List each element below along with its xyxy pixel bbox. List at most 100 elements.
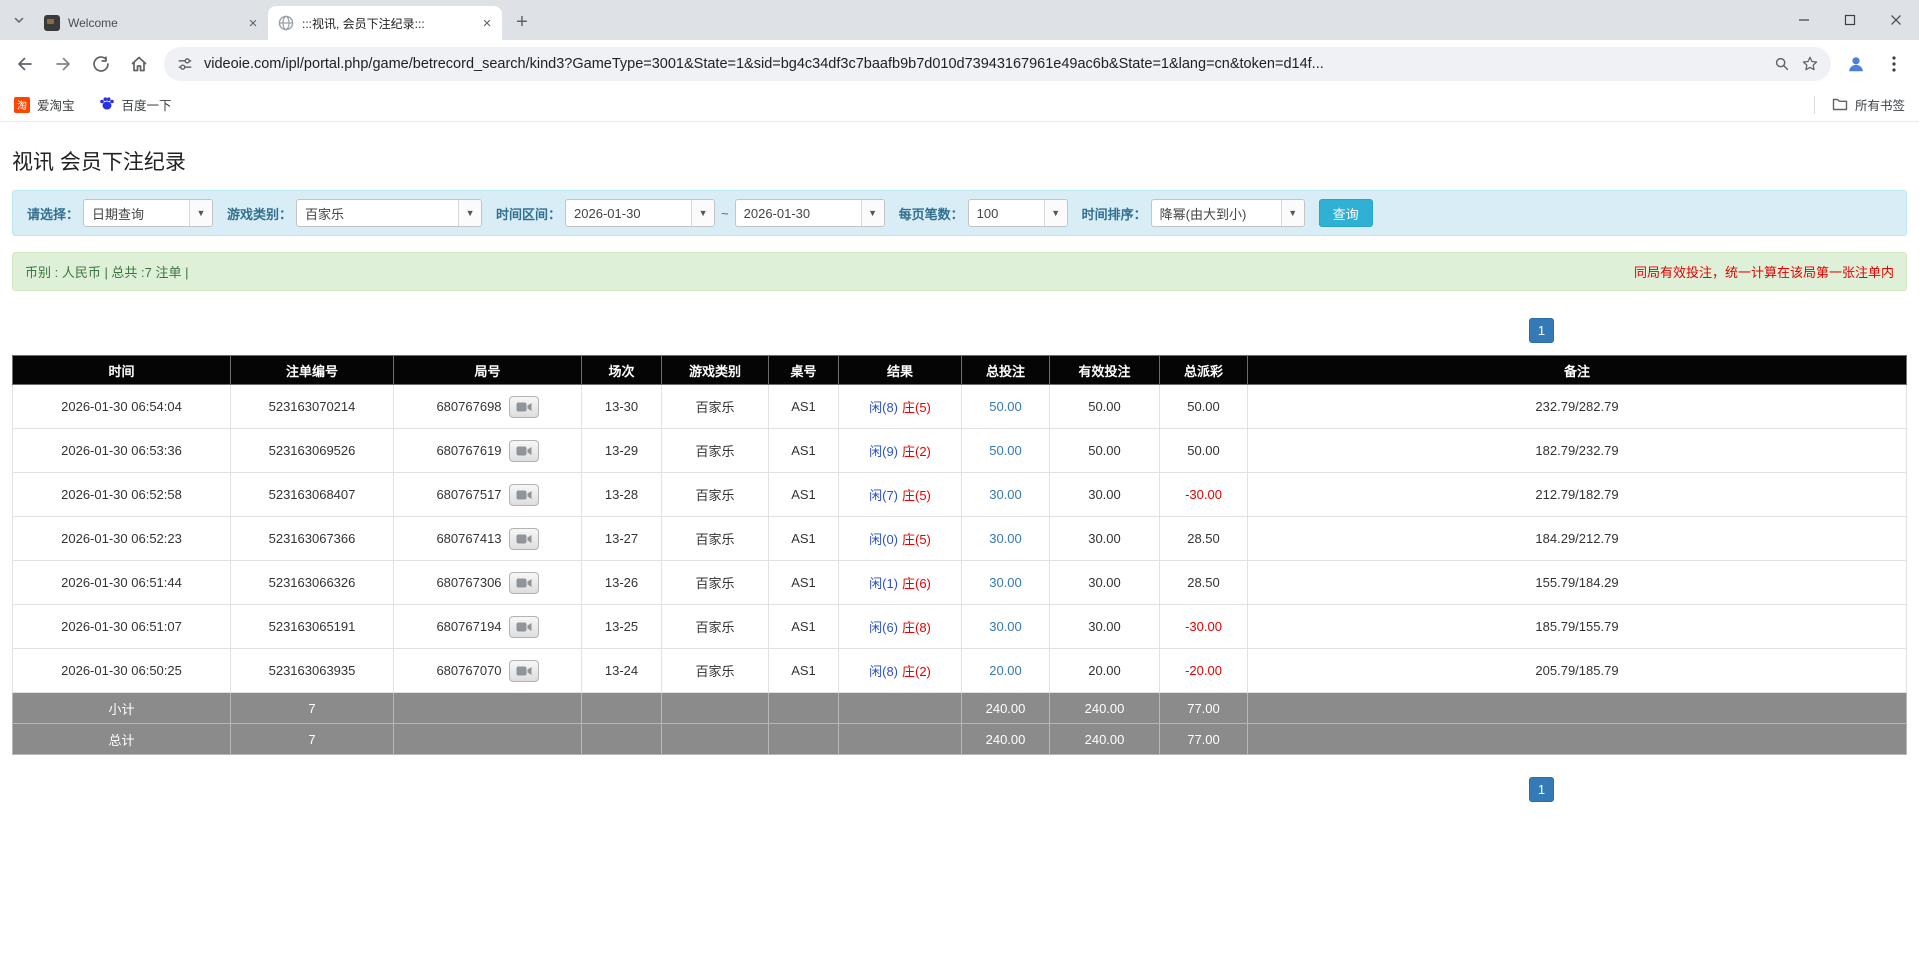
cell-table-number: AS1 <box>769 605 839 649</box>
profile-button[interactable] <box>1837 45 1875 83</box>
per-page-value: 100 <box>969 200 1044 226</box>
query-type-select[interactable]: 日期查询 ▼ <box>83 199 213 227</box>
date-from-select[interactable]: 2026-01-30 ▼ <box>565 199 715 227</box>
video-replay-button[interactable] <box>509 484 539 506</box>
video-camera-icon <box>516 445 532 457</box>
subtotal-row-cell-1: 7 <box>231 693 394 724</box>
total-bet-link[interactable]: 20.00 <box>989 663 1022 678</box>
bookmark-aitaobao[interactable]: 淘 爱淘宝 <box>14 95 75 114</box>
per-page-select[interactable]: 100 ▼ <box>968 199 1068 227</box>
cell-result: 闲(1)庄(6) <box>839 561 962 605</box>
minimize-button[interactable] <box>1781 0 1827 40</box>
cell-bet-id: 523163068407 <box>231 473 394 517</box>
reload-button[interactable] <box>82 45 120 83</box>
cell-round: 680767698 <box>394 385 582 429</box>
video-replay-button[interactable] <box>509 440 539 462</box>
video-replay-button[interactable] <box>509 572 539 594</box>
new-tab-button[interactable]: + <box>508 8 536 36</box>
total-bet-link[interactable]: 30.00 <box>989 575 1022 590</box>
bet-records-table: 时间注单编号局号场次游戏类别桌号结果总投注有效投注总派彩备注 2026-01-3… <box>12 355 1907 755</box>
tab-bet-record[interactable]: :::视讯, 会员下注纪录::: × <box>268 6 502 40</box>
chevron-down-icon[interactable]: ▼ <box>189 200 212 226</box>
player-result: 闲(1) <box>869 576 898 591</box>
column-header-7: 总投注 <box>962 356 1050 385</box>
column-header-9: 总派彩 <box>1160 356 1248 385</box>
total-bet-link[interactable]: 30.00 <box>989 487 1022 502</box>
total-bet-link[interactable]: 30.00 <box>989 531 1022 546</box>
cell-bet-id: 523163065191 <box>231 605 394 649</box>
cell-table-number: AS1 <box>769 385 839 429</box>
video-replay-button[interactable] <box>509 616 539 638</box>
cell-table-number: AS1 <box>769 517 839 561</box>
video-replay-button[interactable] <box>509 660 539 682</box>
player-result: 闲(7) <box>869 488 898 503</box>
cell-time: 2026-01-30 06:51:07 <box>13 605 231 649</box>
chevron-down-icon <box>13 14 25 26</box>
cell-payout: 50.00 <box>1160 429 1248 473</box>
cell-session: 13-29 <box>582 429 662 473</box>
select-type-label: 请选择： <box>27 204 79 223</box>
home-icon <box>129 54 149 74</box>
baidu-favicon-icon <box>99 95 115 114</box>
page-1-button[interactable]: 1 <box>1529 777 1554 802</box>
all-bookmarks-button[interactable]: 所有书签 <box>1831 95 1905 115</box>
cell-valid-bet: 20.00 <box>1050 649 1160 693</box>
sort-order-value: 降幂(由大到小) <box>1152 200 1281 226</box>
back-button[interactable] <box>6 45 44 83</box>
video-replay-button[interactable] <box>509 528 539 550</box>
video-replay-button[interactable] <box>509 396 539 418</box>
cell-valid-bet: 30.00 <box>1050 605 1160 649</box>
date-range-label: 时间区间： <box>496 204 561 223</box>
bookmark-label: 百度一下 <box>122 95 172 114</box>
page-1-button[interactable]: 1 <box>1529 318 1554 343</box>
sort-order-select[interactable]: 降幂(由大到小) ▼ <box>1151 199 1305 227</box>
player-result: 闲(0) <box>869 532 898 547</box>
total-bet-link[interactable]: 30.00 <box>989 619 1022 634</box>
cell-total-bet: 30.00 <box>962 517 1050 561</box>
total-bet-link[interactable]: 50.00 <box>989 399 1022 414</box>
subtotal-row-cell-8: 240.00 <box>1050 693 1160 724</box>
url-bar[interactable]: videoie.com/ipl/portal.php/game/betrecor… <box>164 47 1831 81</box>
forward-button[interactable] <box>44 45 82 83</box>
round-number: 680767517 <box>436 487 501 502</box>
subtotal-row-cell-2 <box>394 693 582 724</box>
menu-button[interactable] <box>1875 45 1913 83</box>
chevron-down-icon[interactable]: ▼ <box>1281 200 1304 226</box>
chevron-down-icon[interactable]: ▼ <box>458 200 481 226</box>
cell-game-type: 百家乐 <box>662 605 769 649</box>
total-bet-link[interactable]: 50.00 <box>989 443 1022 458</box>
site-settings-icon[interactable] <box>176 55 194 73</box>
tab-close-icon[interactable]: × <box>478 14 496 32</box>
video-camera-icon <box>516 577 532 589</box>
banker-result: 庄(2) <box>902 664 931 679</box>
bookmark-star-icon[interactable] <box>1801 55 1819 73</box>
close-button[interactable] <box>1873 0 1919 40</box>
date-to-select[interactable]: 2026-01-30 ▼ <box>735 199 885 227</box>
url-text[interactable]: videoie.com/ipl/portal.php/game/betrecor… <box>204 56 1763 72</box>
tab-search-button[interactable] <box>4 0 34 40</box>
browser-toolbar: videoie.com/ipl/portal.php/game/betrecor… <box>0 40 1919 88</box>
page-content: 视讯 会员下注纪录 请选择： 日期查询 ▼ 游戏类别： 百家乐 ▼ 时间区间： … <box>0 146 1919 802</box>
chevron-down-icon[interactable]: ▼ <box>691 200 714 226</box>
back-arrow-icon <box>15 54 35 74</box>
taobao-favicon-icon: 淘 <box>14 97 30 113</box>
total-row-cell-8: 240.00 <box>1050 724 1160 755</box>
bookmark-baidu[interactable]: 百度一下 <box>99 95 172 114</box>
round-number: 680767413 <box>436 531 501 546</box>
player-result: 闲(8) <box>869 664 898 679</box>
tab-welcome[interactable]: Welcome × <box>34 6 268 40</box>
cell-remark: 155.79/184.29 <box>1248 561 1907 605</box>
total-row-cell-9: 77.00 <box>1160 724 1248 755</box>
chevron-down-icon[interactable]: ▼ <box>1044 200 1067 226</box>
zoom-icon[interactable] <box>1773 55 1791 73</box>
tab-close-icon[interactable]: × <box>244 14 262 32</box>
home-button[interactable] <box>120 45 158 83</box>
column-header-5: 桌号 <box>769 356 839 385</box>
chevron-down-icon[interactable]: ▼ <box>861 200 884 226</box>
search-button[interactable]: 查询 <box>1319 199 1373 227</box>
maximize-button[interactable] <box>1827 0 1873 40</box>
page-title: 视讯 会员下注纪录 <box>12 146 1907 176</box>
column-header-4: 游戏类别 <box>662 356 769 385</box>
game-type-select[interactable]: 百家乐 ▼ <box>296 199 482 227</box>
subtotal-row-cell-3 <box>582 693 662 724</box>
